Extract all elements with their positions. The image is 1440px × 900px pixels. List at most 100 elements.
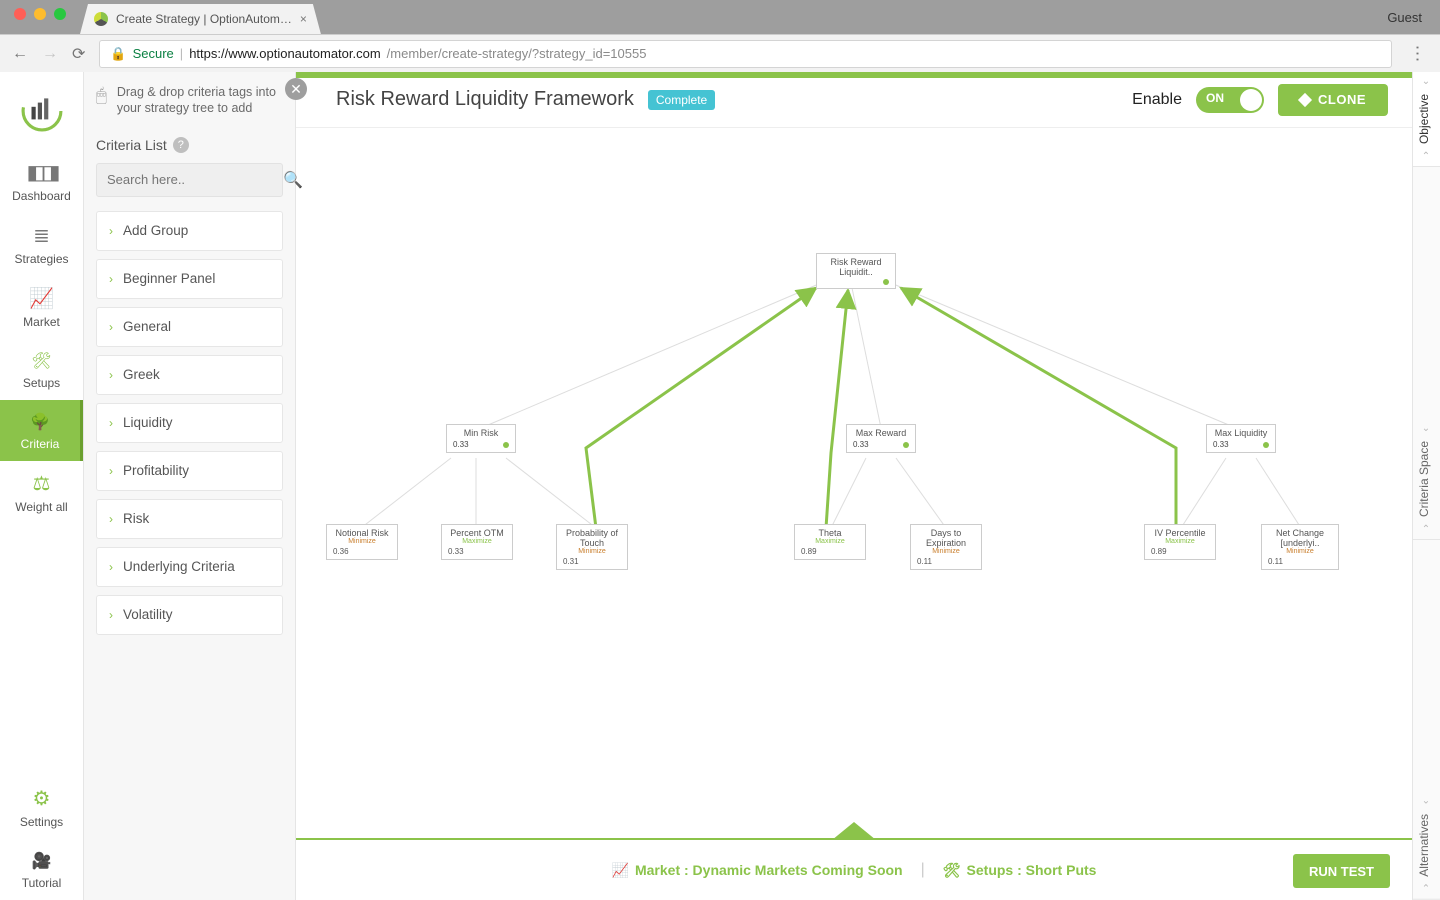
- browser-tab[interactable]: Create Strategy | OptionAutom… ×: [80, 4, 321, 34]
- node-direction: Maximize: [1145, 538, 1215, 547]
- criteria-item[interactable]: › Beginner Panel: [96, 259, 283, 299]
- window-controls: [14, 8, 66, 20]
- criteria-item-label: Beginner Panel: [123, 271, 215, 286]
- tree-leaf-node[interactable]: Probability of TouchMinimize0.31: [556, 524, 628, 570]
- strategies-icon: [0, 223, 83, 248]
- settings-icon: [0, 786, 83, 811]
- zoom-window-icon[interactable]: [54, 8, 66, 20]
- close-window-icon[interactable]: [14, 8, 26, 20]
- reload-icon[interactable]: ⟳: [72, 44, 85, 64]
- criteria-list: ›Add Group › Beginner Panel ›General ›Gre…: [96, 211, 283, 635]
- node-weight: 0.89: [795, 547, 865, 559]
- node-weight: 0.33: [453, 440, 469, 449]
- nav-setups[interactable]: Setups: [0, 339, 83, 400]
- node-weight: 0.33: [442, 547, 512, 559]
- criteria-item[interactable]: ›Greek: [96, 355, 283, 395]
- criteria-item[interactable]: ›Underlying Criteria: [96, 547, 283, 587]
- run-test-button[interactable]: RUN TEST: [1293, 854, 1390, 888]
- chevron-up-icon: ⌃: [1421, 151, 1432, 162]
- tree-group-node[interactable]: Min Risk 0.33: [446, 424, 516, 453]
- node-title: Theta: [795, 525, 865, 538]
- tree-leaf-node[interactable]: Notional RiskMinimize0.36: [326, 524, 398, 560]
- panel-close-icon[interactable]: ✕: [285, 78, 307, 100]
- tree-edges: [296, 128, 1412, 838]
- footer-setups[interactable]: 🛠 Setups : Short Puts: [943, 862, 1097, 879]
- strategy-tree-canvas[interactable]: Risk Reward Liquidit.. Min Risk 0.33 Max…: [296, 128, 1412, 838]
- nav-strategies[interactable]: Strategies: [0, 213, 83, 276]
- browser-menu-icon[interactable]: ⋯: [1407, 43, 1428, 65]
- tab-criteria-space[interactable]: ⌃ Criteria Space ⌄: [1413, 419, 1440, 540]
- criteria-item[interactable]: ›Profitability: [96, 451, 283, 491]
- tree-leaf-node[interactable]: Days to ExpirationMinimize0.11: [910, 524, 982, 570]
- node-direction: Minimize: [327, 538, 397, 547]
- favicon-icon: [94, 12, 108, 26]
- criteria-item[interactable]: ›Add Group: [96, 211, 283, 251]
- minimize-window-icon[interactable]: [34, 8, 46, 20]
- profile-label[interactable]: Guest: [1387, 10, 1422, 25]
- nav-label: Market: [23, 315, 60, 329]
- node-title: Max Liquidity: [1207, 425, 1275, 438]
- chevron-down-icon: ⌄: [1421, 423, 1432, 434]
- tree-leaf-node[interactable]: ThetaMaximize0.89: [794, 524, 866, 560]
- strategy-title: Risk Reward Liquidity Framework: [336, 88, 634, 111]
- criteria-panel: ✕ 🖱 Drag & drop criteria tags into your …: [84, 72, 296, 900]
- nav-settings[interactable]: Settings: [0, 776, 83, 839]
- nav-label: Dashboard: [12, 189, 71, 203]
- chevron-right-icon: ›: [109, 560, 113, 574]
- mouse-icon: 🖱: [96, 84, 107, 117]
- node-direction: Minimize: [911, 548, 981, 557]
- nav-market[interactable]: Market: [0, 276, 83, 339]
- tab-objective[interactable]: ⌃ Objective ⌄: [1413, 72, 1440, 167]
- footer-divider: |: [921, 861, 925, 879]
- tree-leaf-node[interactable]: Percent OTMMaximize0.33: [441, 524, 513, 560]
- node-title: Net Change [underlyi..: [1262, 525, 1338, 548]
- nav-rail: Dashboard Strategies Market Setups Crite…: [0, 72, 84, 900]
- dashboard-icon: [0, 160, 83, 185]
- node-status-dot-icon: [503, 442, 509, 448]
- chevron-right-icon: ›: [109, 416, 113, 430]
- nav-criteria[interactable]: Criteria: [0, 400, 83, 461]
- criteria-search[interactable]: 🔍: [96, 163, 283, 197]
- criteria-item[interactable]: ›Liquidity: [96, 403, 283, 443]
- nav-dashboard[interactable]: Dashboard: [0, 150, 83, 213]
- secure-label: Secure: [133, 46, 174, 61]
- help-icon[interactable]: ?: [173, 137, 189, 153]
- nav-tutorial[interactable]: Tutorial: [0, 839, 83, 900]
- address-bar[interactable]: 🔒 Secure | https://www.optionautomator.c…: [99, 40, 1392, 68]
- node-direction: Maximize: [442, 538, 512, 547]
- forward-icon: →: [42, 45, 58, 63]
- tree-leaf-node[interactable]: Net Change [underlyi..Minimize0.11: [1261, 524, 1339, 570]
- app-logo-icon[interactable]: [21, 90, 63, 132]
- tab-label: Alternatives: [1417, 814, 1431, 877]
- tree-group-node[interactable]: Max Reward 0.33: [846, 424, 916, 453]
- weight-icon: [0, 471, 83, 496]
- footer-market[interactable]: 📈 Market : Dynamic Markets Coming Soon: [612, 862, 903, 879]
- criteria-item[interactable]: ›Volatility: [96, 595, 283, 635]
- status-badge: Complete: [648, 90, 715, 110]
- clone-button[interactable]: CLONE: [1278, 84, 1388, 116]
- criteria-item[interactable]: ›General: [96, 307, 283, 347]
- tree-leaf-node[interactable]: IV PercentileMaximize0.89: [1144, 524, 1216, 560]
- enable-toggle[interactable]: ON: [1196, 87, 1264, 113]
- nav-weight-all[interactable]: Weight all: [0, 461, 83, 524]
- tab-alternatives[interactable]: ⌃ Alternatives ⌄: [1413, 792, 1440, 900]
- criteria-item[interactable]: ›Risk: [96, 499, 283, 539]
- back-icon[interactable]: ←: [12, 45, 28, 63]
- search-input[interactable]: [107, 172, 283, 187]
- node-title: Min Risk: [447, 425, 515, 438]
- search-icon[interactable]: 🔍: [283, 170, 303, 190]
- node-title: Notional Risk: [327, 525, 397, 538]
- chevron-right-icon: ›: [109, 272, 113, 286]
- tab-close-icon[interactable]: ×: [300, 12, 307, 26]
- nav-label: Strategies: [14, 252, 68, 266]
- chevron-right-icon: ›: [109, 608, 113, 622]
- tree-group-node[interactable]: Max Liquidity 0.33: [1206, 424, 1276, 453]
- strategy-footer: 📈 Market : Dynamic Markets Coming Soon |…: [296, 838, 1412, 900]
- chevron-right-icon: ›: [109, 368, 113, 382]
- footer-setups-label: Setups : Short Puts: [967, 862, 1097, 878]
- node-title: Percent OTM: [442, 525, 512, 538]
- nav-label: Setups: [23, 376, 60, 390]
- tree-root-node[interactable]: Risk Reward Liquidit..: [816, 253, 896, 289]
- tab-title: Create Strategy | OptionAutom…: [116, 12, 292, 26]
- node-title: IV Percentile: [1145, 525, 1215, 538]
